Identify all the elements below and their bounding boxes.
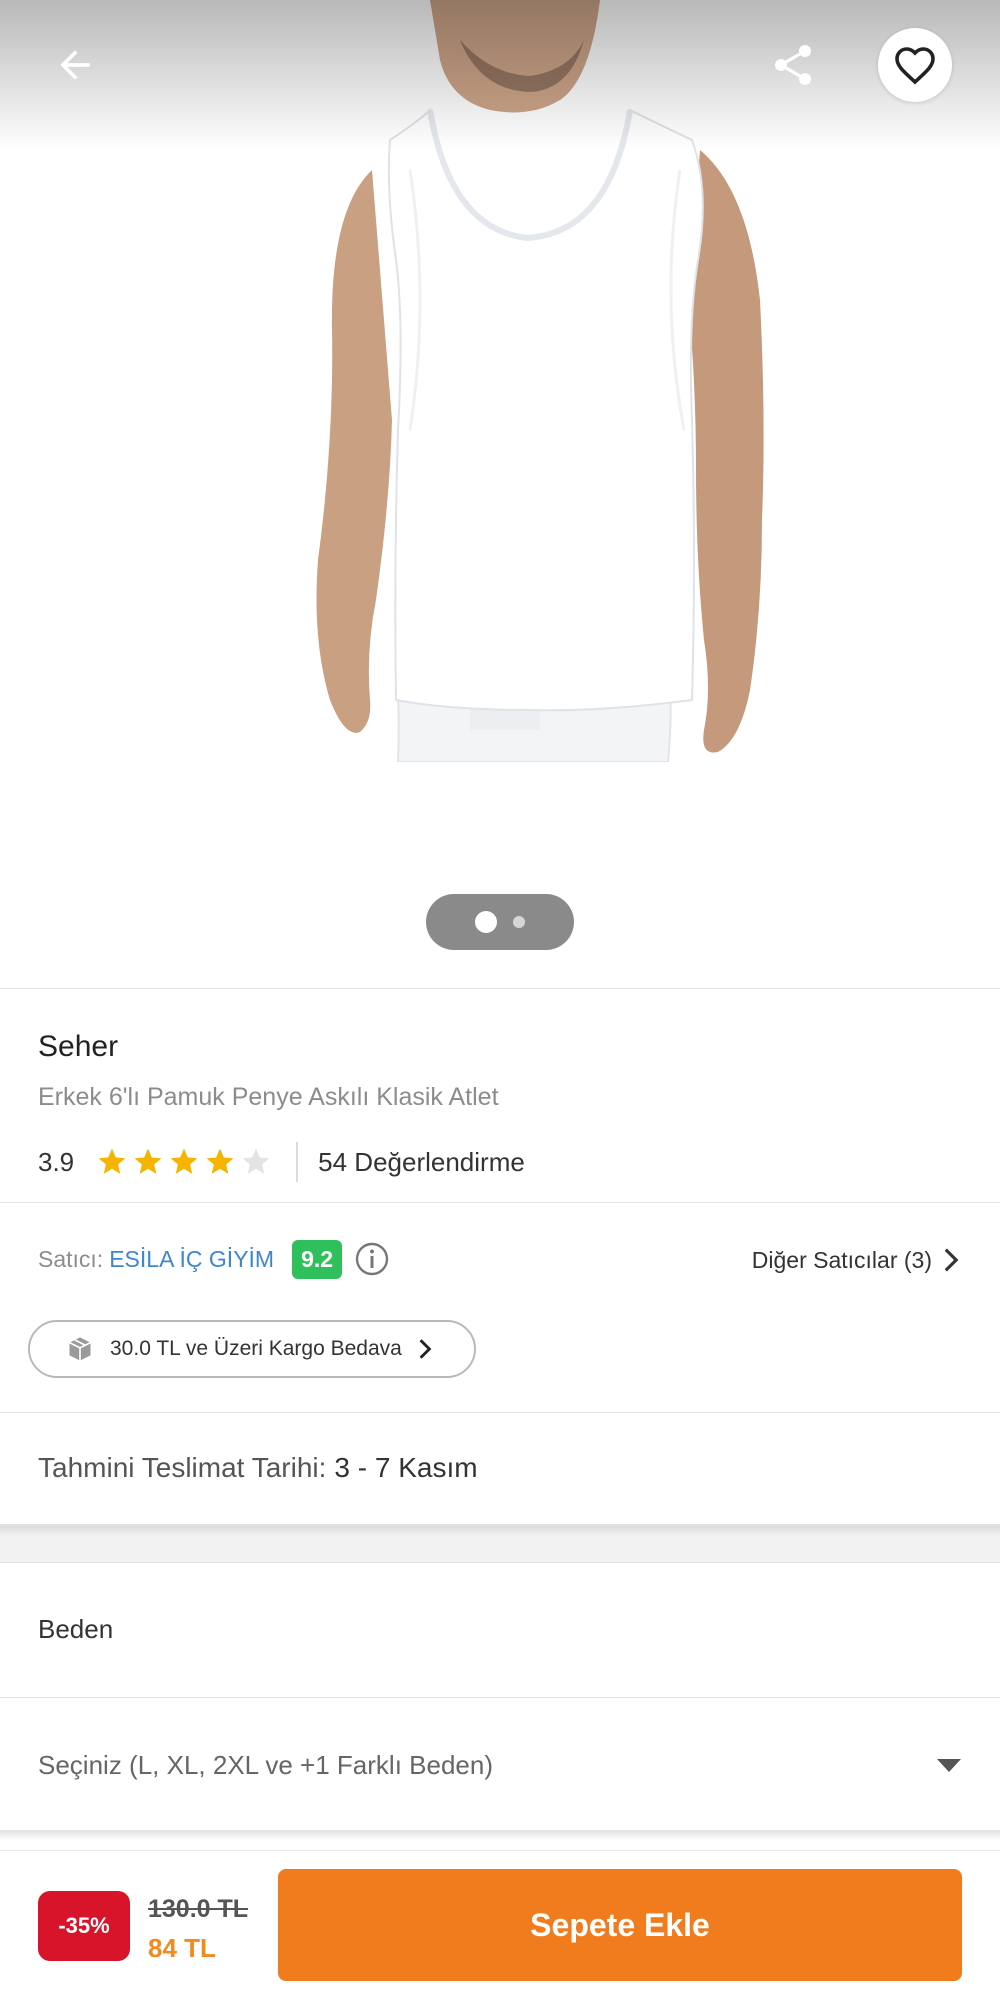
shadow	[0, 1524, 1000, 1536]
seller-score-badge: 9.2	[292, 1239, 343, 1279]
other-sellers-link[interactable]: Diğer Satıcılar (3)	[752, 1240, 960, 1280]
star-filled-icon	[134, 1148, 162, 1174]
back-button[interactable]	[40, 30, 110, 100]
free-shipping-label: 30.0 TL ve Üzeri Kargo Bedava	[110, 1337, 402, 1360]
divider	[0, 1412, 1000, 1413]
chevron-right-icon	[419, 1339, 432, 1359]
product-gallery[interactable]	[0, 0, 1000, 988]
current-price: 84 TL	[148, 1933, 216, 1963]
delivery-date: 3 - 7 Kasım	[334, 1452, 478, 1483]
divider	[0, 1202, 1000, 1203]
shadow	[0, 1830, 1000, 1840]
arrow-left-icon	[60, 50, 90, 80]
bottom-action-bar: -35% 130.0 TL 84 TL Sepete Ekle	[0, 1850, 1000, 2001]
rating-value: 3.9	[38, 1146, 75, 1177]
product-image[interactable]	[300, 0, 780, 762]
caret-down-icon	[937, 1759, 961, 1772]
delivery-label: Tahmini Teslimat Tarihi:	[38, 1452, 327, 1483]
share-button[interactable]	[758, 30, 828, 100]
favorite-button[interactable]	[878, 28, 952, 102]
star-filled-icon	[170, 1148, 198, 1174]
star-rating	[96, 1146, 272, 1178]
heart-outline-icon	[895, 47, 935, 85]
divider	[0, 988, 1000, 989]
info-icon[interactable]	[354, 1241, 390, 1277]
seller-label: Satıcı:	[38, 1245, 104, 1272]
old-price: 130.0 TL	[148, 1895, 249, 1923]
add-to-cart-button[interactable]: Sepete Ekle	[278, 1869, 962, 1981]
seller-row: Satıcı: ESİLA İÇ GİYİM 9.2	[38, 1238, 390, 1280]
star-filled-icon	[206, 1148, 234, 1174]
pager-dot-active[interactable]	[475, 911, 497, 933]
separator	[296, 1142, 299, 1182]
review-count[interactable]: 54 Değerlendirme	[318, 1147, 525, 1178]
divider	[0, 1562, 1000, 1563]
pager-dot[interactable]	[513, 916, 525, 928]
delivery-estimate: Tahmini Teslimat Tarihi: 3 - 7 Kasım	[38, 1452, 478, 1484]
chevron-right-icon	[944, 1248, 959, 1272]
share-icon	[775, 45, 811, 85]
size-section-title: Beden	[38, 1614, 114, 1644]
other-sellers-label: Diğer Satıcılar (3)	[751, 1246, 932, 1273]
image-pager	[426, 894, 574, 950]
brand-name[interactable]: Seher	[38, 1030, 118, 1064]
star-filled-icon	[98, 1148, 126, 1174]
rating-row[interactable]: 3.9 54 Değerlendirme	[38, 1140, 525, 1184]
package-icon	[69, 1337, 91, 1361]
size-dropdown-value: Seçiniz (L, XL, 2XL ve +1 Farklı Beden)	[38, 1749, 493, 1780]
discount-badge: -35%	[38, 1891, 130, 1961]
size-dropdown[interactable]: Seçiniz (L, XL, 2XL ve +1 Farklı Beden)	[0, 1698, 1000, 1832]
star-empty-icon	[242, 1148, 270, 1174]
seller-link[interactable]: ESİLA İÇ GİYİM	[109, 1246, 274, 1273]
product-title: Erkek 6'lı Pamuk Penye Askılı Klasik Atl…	[38, 1083, 499, 1111]
free-shipping-pill[interactable]: 30.0 TL ve Üzeri Kargo Bedava	[28, 1320, 476, 1378]
